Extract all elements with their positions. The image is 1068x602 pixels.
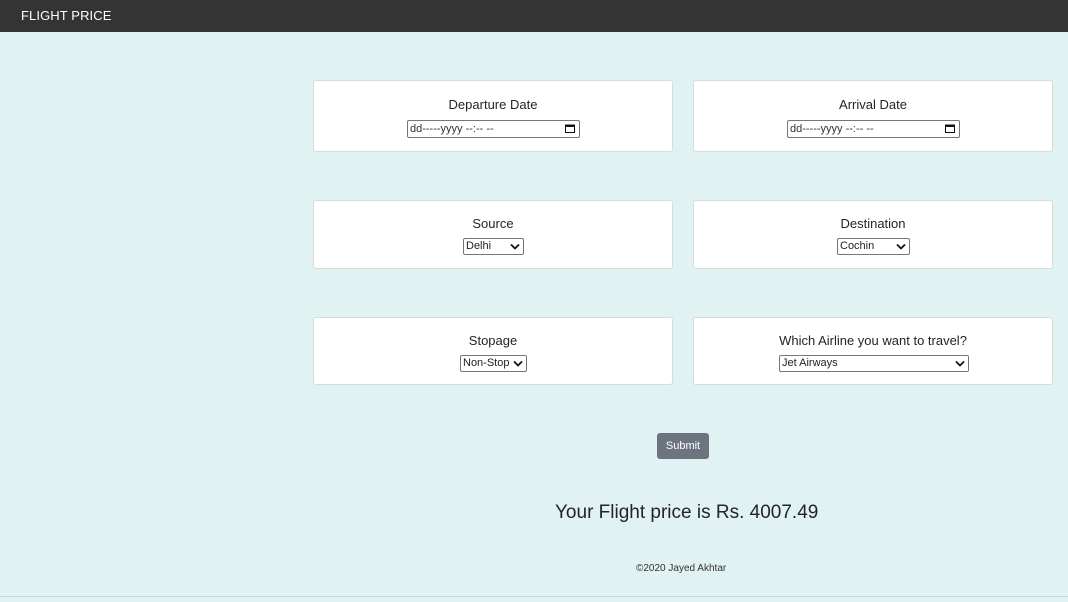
arrival-date-input[interactable]: dd-----yyyy --:-- -- [787,120,960,138]
calendar-icon[interactable] [945,124,955,133]
source-selected-value: Delhi [466,240,492,252]
navbar: FLIGHT PRICE [0,0,1068,32]
airline-label: Which Airline you want to travel? [779,333,967,348]
departure-date-placeholder: dd-----yyyy --:-- -- [410,123,494,135]
airline-select[interactable]: Jet Airways [779,355,969,372]
chevron-down-icon [510,243,520,250]
source-select[interactable]: Delhi [463,238,524,255]
departure-date-input[interactable]: dd-----yyyy --:-- -- [407,120,580,138]
destination-card: Destination Cochin [693,200,1053,269]
chevron-down-icon [955,360,965,367]
footer-copyright: ©2020 Jayed Akhtar [636,563,727,574]
chevron-down-icon [513,360,523,367]
brand-title[interactable]: FLIGHT PRICE [21,8,112,23]
arrival-date-label: Arrival Date [839,97,907,112]
source-label: Source [472,216,514,231]
stopage-card: Stopage Non-Stop [313,317,673,385]
stopage-select[interactable]: Non-Stop [460,355,527,372]
flight-price-result: Your Flight price is Rs. 4007.49 [555,502,819,523]
footer-divider [0,596,1068,597]
destination-selected-value: Cochin [840,240,875,252]
source-card: Source Delhi [313,200,673,269]
stopage-selected-value: Non-Stop [463,357,510,369]
arrival-date-card: Arrival Date dd-----yyyy --:-- -- [693,80,1053,152]
airline-card: Which Airline you want to travel? Jet Ai… [693,317,1053,385]
departure-date-card: Departure Date dd-----yyyy --:-- -- [313,80,673,152]
destination-select[interactable]: Cochin [837,238,910,255]
destination-label: Destination [840,216,906,231]
calendar-icon[interactable] [565,124,575,133]
departure-date-label: Departure Date [448,97,538,112]
submit-button[interactable]: Submit [657,433,709,459]
arrival-date-placeholder: dd-----yyyy --:-- -- [790,123,874,135]
chevron-down-icon [896,243,906,250]
airline-selected-value: Jet Airways [782,357,838,369]
stopage-label: Stopage [468,333,518,348]
